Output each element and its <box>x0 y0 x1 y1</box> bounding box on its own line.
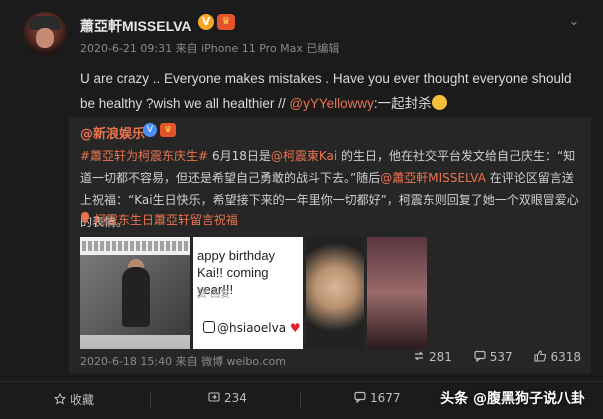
location-pin-icon <box>81 212 89 224</box>
like-count-value: 6318 <box>550 350 581 364</box>
weibo-post-card: 蕭亞軒MISSELVA V ♛ 2020-6-21 09:31 来自 iPhon… <box>0 0 603 419</box>
post-text: U are crazy .. Everyone makes mistakes .… <box>80 66 580 116</box>
repost-stats: 281 537 6318 <box>395 350 581 364</box>
photo-thumbnail[interactable]: appy birthday Kai!! coming year!!! 赞 回复 … <box>193 237 303 349</box>
comment-icon <box>474 350 486 362</box>
comment-count[interactable]: 537 <box>474 350 513 364</box>
repost-icon <box>414 351 424 361</box>
topic-link-label: 柯震东生日蕭亞轩留言祝福 <box>93 213 238 227</box>
repost-meta: 2020-6-18 15:40 来自 微博 weibo.com <box>80 355 286 368</box>
like-icon <box>534 350 547 362</box>
verified-icon: V <box>198 14 214 30</box>
photo-handle: @hsiaoelva ♥ <box>203 321 301 335</box>
like-count[interactable]: 6318 <box>534 350 581 364</box>
watermark: 头条 @腹黑狗子说八卦 <box>440 391 585 407</box>
photo-reply-label: 赞 回复 <box>197 289 231 300</box>
comment-count-value: 537 <box>489 350 513 364</box>
hashtag-link[interactable]: #蕭亞轩为柯震东庆生# <box>80 149 208 163</box>
separator <box>300 392 301 408</box>
chevron-down-icon[interactable]: ⌄ <box>566 14 582 30</box>
repost-box: @新浪娱乐 V ♛ #蕭亞轩为柯震东庆生# 6月18日是@柯震東Kai 的生日，… <box>69 117 591 373</box>
favorite-label: 收藏 <box>70 393 95 407</box>
topic-link[interactable]: 柯震东生日蕭亞轩留言祝福 <box>80 211 238 228</box>
crown-icon: ♛ <box>160 123 176 137</box>
repost-count-value: 281 <box>428 350 452 364</box>
separator <box>150 392 151 408</box>
avatar[interactable] <box>23 12 67 56</box>
star-icon <box>54 393 66 405</box>
comment-label: 1677 <box>370 391 401 405</box>
favorite-button[interactable]: 收藏 <box>54 391 94 408</box>
avatar-face <box>36 28 54 48</box>
crown-icon: ♛ <box>217 14 235 30</box>
repost-icon <box>208 392 220 402</box>
photo-person <box>122 267 150 327</box>
photo-handle-text: @hsiaoelva <box>217 321 287 335</box>
repost-username[interactable]: @新浪娱乐 <box>80 123 145 142</box>
photo-thumbnail[interactable] <box>367 237 427 349</box>
repost-button[interactable]: 234 <box>208 391 247 405</box>
mention-link[interactable]: @蕭亞軒MISSELVA <box>380 171 486 185</box>
repost-count[interactable]: 281 <box>413 350 452 364</box>
comment-button[interactable]: 1677 <box>354 391 401 405</box>
mention-link[interactable]: @yYYellowwy <box>289 96 374 111</box>
instagram-icon <box>203 321 215 333</box>
verified-blue-icon: V <box>143 123 157 137</box>
username[interactable]: 蕭亞軒MISSELVA <box>80 16 192 36</box>
post-text-tail: :一起封杀 <box>373 96 432 111</box>
post-meta: 2020-6-21 09:31 来自 iPhone 11 Pro Max 已编辑 <box>80 42 340 55</box>
photo-thumbnail[interactable] <box>80 237 190 349</box>
photo-caption-strip <box>82 241 188 251</box>
repost-text-part: 6月18日是 <box>208 149 271 163</box>
heart-eyes-icon: ♥ <box>289 321 301 335</box>
laughing-emoji-icon <box>431 95 447 110</box>
mention-link[interactable]: @柯震東Kai <box>271 149 337 163</box>
photo-thumbnail[interactable] <box>306 237 364 349</box>
comment-icon <box>354 391 366 403</box>
repost-label: 234 <box>224 391 247 405</box>
